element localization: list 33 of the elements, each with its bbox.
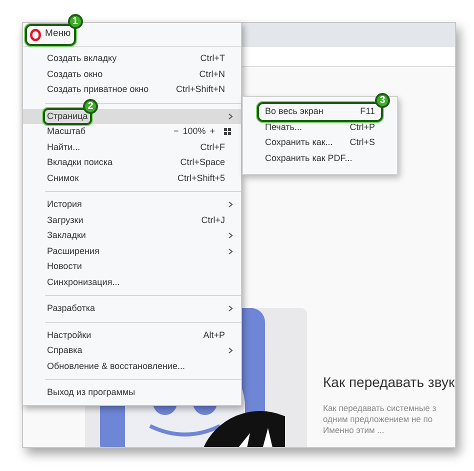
fullscreen-icon[interactable] [224,128,231,136]
menu-item[interactable]: Разработка [23,301,241,316]
menu-item[interactable]: Загрузки Ctrl+J [23,212,241,228]
menu-item[interactable]: Снимок Ctrl+Shift+5 [23,170,241,186]
callout-badge: 3 [375,93,390,108]
menu-title[interactable]: Меню [45,27,71,42]
submenu-item[interactable]: Сохранить как PDF... [259,150,381,166]
zoom-out-button[interactable]: − [173,125,179,138]
menu-item[interactable]: История [23,197,241,212]
callout-badge: 2 [83,98,98,114]
app-logo-icon [30,28,41,40]
callout-badge: 1 [68,14,83,28]
article-title[interactable]: Как передавать звук [323,373,455,391]
zoom-in-button[interactable]: + [210,125,215,138]
submenu-item[interactable]: Сохранить как... Ctrl+S [259,135,381,150]
menu-item[interactable]: Новости [23,259,241,274]
menu-item[interactable]: Найти... Ctrl+F [23,140,241,155]
submenu-item[interactable]: Печать... Ctrl+P [259,120,381,135]
menu-item[interactable]: Создать вкладку Ctrl+T [23,51,241,66]
menu-item[interactable]: Расширения [23,244,241,259]
menu-item[interactable]: Обновление & восстановление... [23,358,241,374]
menu-item-label: Масштаб [47,125,86,138]
menu-item[interactable]: Настройки Alt+P [23,328,241,343]
menu-item[interactable]: Страница [23,108,241,124]
menu-item[interactable]: Выход из программы [23,385,241,400]
menu-item[interactable]: Создать окно Ctrl+N [23,66,241,82]
menu-item[interactable]: Закладки [23,228,241,244]
menu-item[interactable]: Создать приватное окно Ctrl+Shift+N [23,82,241,98]
article-excerpt: Как передавать системные з одним предложением не по Именно этим ... [323,403,438,436]
menu-item[interactable]: Справка [23,343,241,358]
menu-item[interactable]: Вкладки поиска Ctrl+Space [23,155,241,170]
menu-item[interactable]: Синхронизация... [23,274,241,290]
zoom-level: 100% [182,125,206,138]
